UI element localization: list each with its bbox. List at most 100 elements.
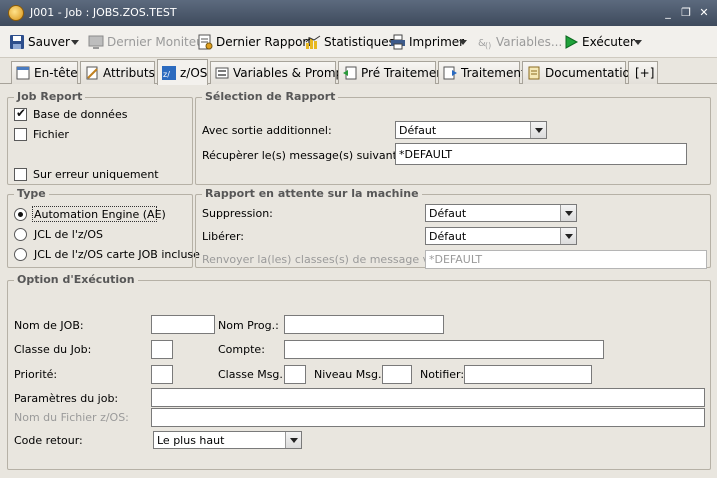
job-report-title: Job Report (14, 90, 86, 103)
monitor-icon (88, 34, 104, 50)
tab-add-label: [+] (635, 66, 655, 80)
deletion-label: Suppression: (202, 207, 273, 220)
preprocessing-icon (343, 66, 357, 80)
type-group: Type Automation Engine (AE) JCL de l'z/O… (7, 187, 200, 268)
priority-input[interactable] (151, 365, 173, 384)
notify-input[interactable] (464, 365, 592, 384)
on-error-only-checkbox[interactable] (14, 168, 27, 181)
extra-output-label: Avec sortie additionnel: (202, 124, 332, 137)
title-bar: J001 - Job : JOBS.ZOS.TEST _ ❐ ✕ (0, 0, 717, 26)
tab-processing[interactable]: Traitement (438, 61, 526, 84)
return-code-select[interactable]: Le plus haut (153, 431, 302, 449)
play-icon (563, 34, 579, 50)
tab-documentation-label: Documentation (545, 66, 638, 80)
report-selection-group: Sélection de Rapport Avec sortie additio… (195, 90, 711, 185)
msg-level-label: Niveau Msg.: (314, 368, 386, 381)
type-radio-ae[interactable] (14, 208, 27, 221)
database-checkbox[interactable] (14, 106, 27, 121)
execute-button[interactable]: Exécuter (563, 33, 635, 51)
chevron-down-icon (530, 122, 546, 138)
msg-level-input[interactable] (382, 365, 412, 384)
report-icon (197, 34, 213, 50)
account-input[interactable] (284, 340, 604, 359)
variables-button[interactable]: &() Variables... (477, 33, 562, 51)
statistics-button[interactable]: Statistiques (305, 33, 395, 51)
release-select[interactable]: Défaut (425, 227, 577, 245)
type-radio-zos-jcl[interactable] (14, 228, 27, 241)
variables-prompts-icon (215, 66, 229, 80)
deletion-value: Défaut (429, 207, 467, 220)
job-params-input[interactable] (151, 388, 705, 407)
type-title: Type (14, 187, 49, 200)
file-checkbox[interactable] (14, 128, 27, 141)
prog-name-label: Nom Prog.: (218, 319, 279, 332)
save-label: Sauver (28, 35, 70, 49)
msg-class-input[interactable] (284, 365, 306, 384)
return-code-label: Code retour: (14, 434, 83, 447)
database-label: Base de données (33, 108, 128, 121)
save-icon (9, 34, 25, 50)
window-title: J001 - Job : JOBS.ZOS.TEST (30, 6, 177, 19)
attributes-icon (85, 66, 99, 80)
statistics-label: Statistiques (324, 35, 395, 49)
tab-documentation[interactable]: Documentation (522, 61, 638, 84)
tab-attributes[interactable]: Attributs (80, 61, 155, 84)
save-dropdown-arrow[interactable] (71, 40, 79, 45)
chevron-down-icon (560, 205, 576, 221)
tab-preprocessing-label: Pré Traitement (361, 66, 449, 80)
extra-output-select[interactable]: Défaut (395, 121, 547, 139)
tab-header[interactable]: En-tête (11, 61, 78, 84)
retrieve-messages-input[interactable]: *DEFAULT (395, 143, 687, 165)
restore-button[interactable]: ❐ (679, 6, 693, 20)
print-label: Imprimer (409, 35, 465, 49)
last-report-button[interactable]: Dernier Rapport (197, 33, 312, 51)
resend-class-input[interactable]: *DEFAULT (425, 250, 707, 269)
execution-options-group: Option d'Exécution Nom de JOB: Nom Prog.… (7, 273, 711, 470)
last-report-label: Dernier Rapport (216, 35, 313, 49)
svg-text:(): () (485, 41, 491, 50)
msg-class-label: Classe Msg.: (218, 368, 287, 381)
save-button[interactable]: Sauver (9, 33, 70, 51)
tab-preprocessing[interactable]: Pré Traitement (338, 61, 449, 84)
zos-panel: Job Report Base de données Fichier Sur e… (4, 85, 715, 475)
job-params-label: Paramètres du job: (14, 392, 119, 405)
chevron-down-icon (285, 432, 301, 448)
prog-name-input[interactable] (284, 315, 444, 334)
release-value: Défaut (429, 230, 467, 243)
minimize-button[interactable]: _ (661, 6, 675, 20)
zos-icon: z/ (162, 65, 176, 80)
tab-bar: En-tête Attributs z/ z/OS Variables & Pr… (0, 58, 717, 85)
tab-variables-prompts-label: Variables & Prompts (233, 66, 355, 80)
print-button[interactable]: Imprimer (390, 33, 464, 51)
job-name-label: Nom de JOB: (14, 319, 84, 332)
held-report-title: Rapport en attente sur la machine (202, 187, 422, 200)
last-monitor-label: Dernier Moniteur (107, 35, 209, 49)
report-selection-title: Sélection de Rapport (202, 90, 339, 103)
statistics-icon (305, 34, 321, 50)
chevron-down-icon (560, 228, 576, 244)
execute-dropdown-arrow[interactable] (634, 40, 642, 45)
priority-label: Priorité: (14, 368, 58, 381)
type-radio-zos-jcl-job-card[interactable] (14, 248, 27, 261)
return-code-value: Le plus haut (157, 434, 225, 447)
header-icon (16, 66, 30, 80)
last-monitor-button[interactable]: Dernier Moniteur (88, 33, 209, 51)
job-class-input[interactable] (151, 340, 173, 359)
extra-output-value: Défaut (399, 124, 437, 137)
account-label: Compte: (218, 343, 265, 356)
file-label: Fichier (33, 128, 69, 141)
type-label-zos-jcl: JCL de l'z/OS (34, 228, 103, 241)
held-report-group: Rapport en attente sur la machine Suppre… (195, 187, 711, 269)
close-button[interactable]: ✕ (697, 6, 711, 20)
deletion-select[interactable]: Défaut (425, 204, 577, 222)
notify-label: Notifier: (420, 368, 465, 381)
release-label: Libérer: (202, 230, 245, 243)
tab-variables-prompts[interactable]: Variables & Prompts (210, 61, 354, 84)
retrieve-messages-label: Récupèrer le(s) message(s) suivant(s): (202, 149, 415, 162)
print-dropdown-arrow[interactable] (459, 40, 467, 45)
processing-icon (443, 66, 457, 80)
zos-file-input[interactable] (151, 408, 705, 427)
tab-zos[interactable]: z/ z/OS (157, 59, 208, 85)
job-name-input[interactable] (151, 315, 215, 334)
tab-add[interactable]: [+] (628, 61, 658, 84)
